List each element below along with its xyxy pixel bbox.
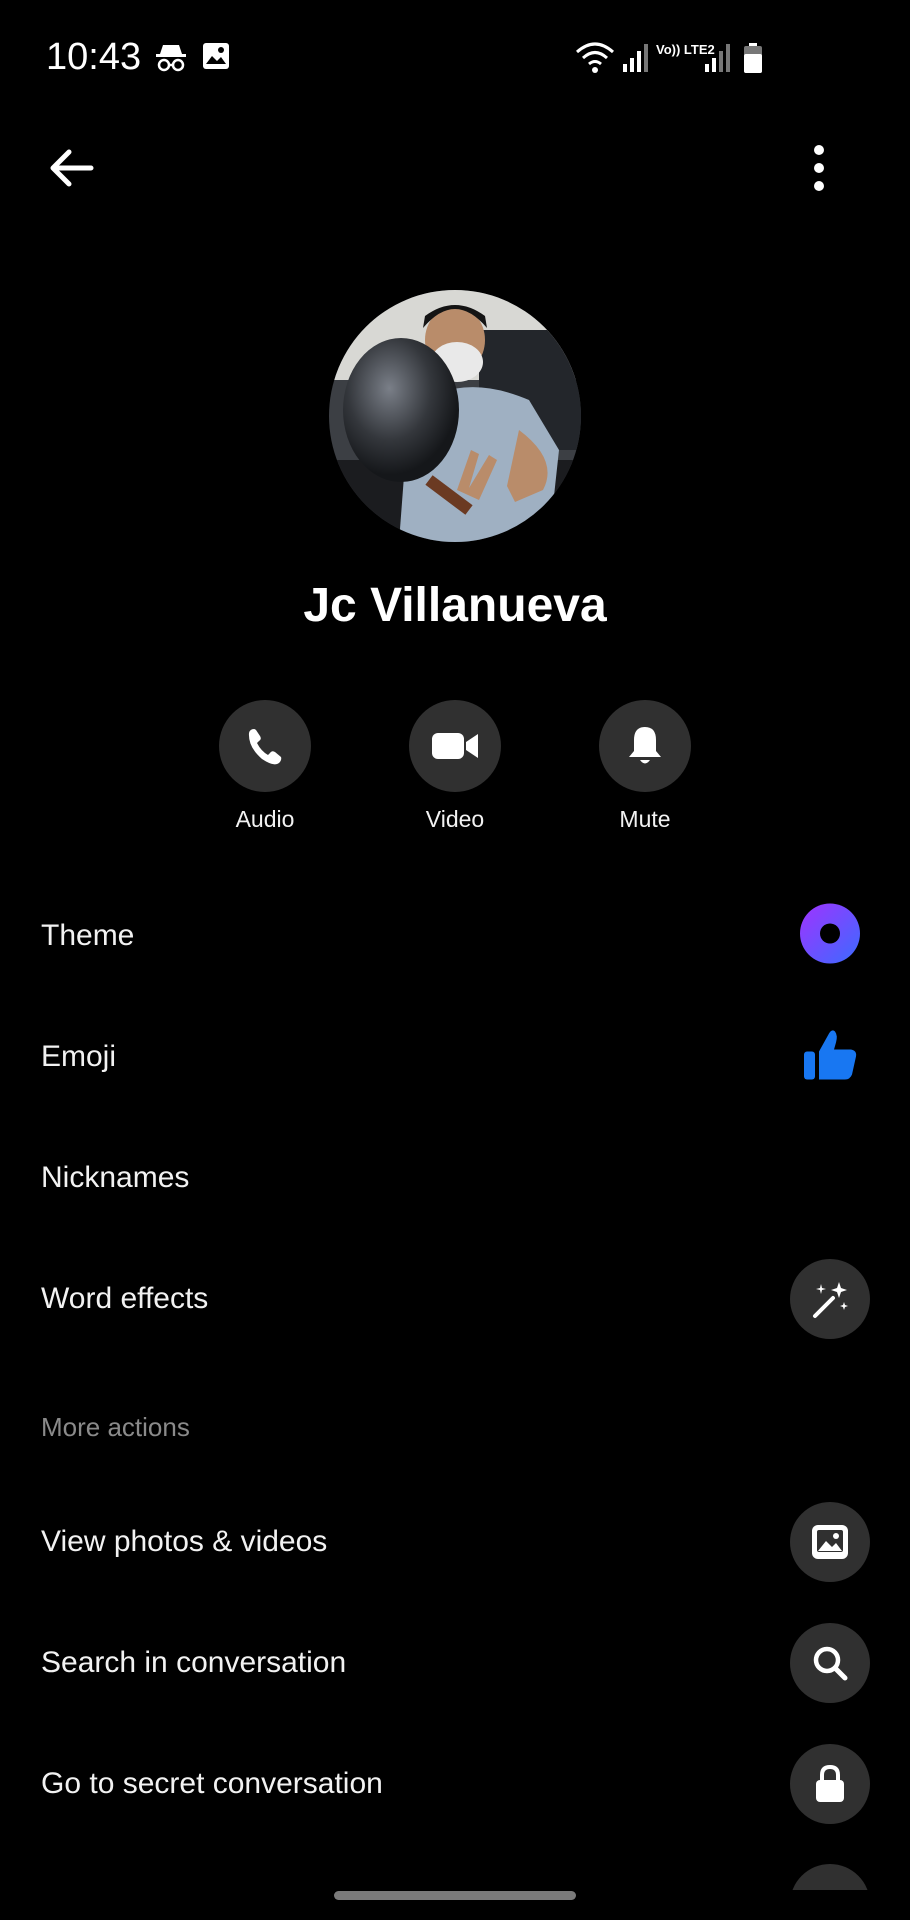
video-call-button[interactable]: Video xyxy=(385,700,525,833)
home-indicator[interactable] xyxy=(334,1891,576,1900)
status-bar: 10:43 Vo)) LTE2 xyxy=(0,0,910,120)
more-actions-heading: More actions xyxy=(41,1412,190,1442)
more-vertical-icon xyxy=(814,145,824,191)
signal2-icon xyxy=(704,42,732,79)
word-effects-row[interactable]: Word effects xyxy=(0,1244,910,1354)
nicknames-label: Nicknames xyxy=(41,1161,190,1194)
view-photos-row[interactable]: View photos & videos xyxy=(0,1487,910,1597)
mute-label: Mute xyxy=(619,806,671,832)
theme-row[interactable]: Theme xyxy=(0,881,910,991)
nicknames-row[interactable]: Nicknames xyxy=(0,1123,910,1233)
emoji-row[interactable]: Emoji xyxy=(0,1002,910,1112)
view-photos-label: View photos & videos xyxy=(41,1525,328,1558)
battery-icon xyxy=(742,42,764,79)
thumbs-up-icon xyxy=(802,1028,858,1087)
word-effects-label: Word effects xyxy=(41,1282,209,1315)
mute-button[interactable]: Mute xyxy=(575,700,715,833)
search-conversation-row[interactable]: Search in conversation xyxy=(0,1608,910,1718)
back-button[interactable] xyxy=(30,128,110,208)
secret-conversation-button[interactable] xyxy=(790,1744,870,1824)
lock-icon xyxy=(816,1764,844,1802)
next-row-button-partial xyxy=(790,1864,870,1890)
photo-icon xyxy=(812,1525,848,1559)
audio-label: Audio xyxy=(235,806,295,832)
back-arrow-icon xyxy=(50,149,94,187)
emoji-label: Emoji xyxy=(41,1040,117,1073)
video-label: Video xyxy=(425,806,485,832)
status-time: 10:43 xyxy=(46,36,142,78)
audio-call-button[interactable]: Audio xyxy=(195,700,335,833)
view-photos-button[interactable] xyxy=(790,1502,870,1582)
image-icon xyxy=(200,40,232,77)
search-icon xyxy=(813,1646,848,1681)
phone-icon xyxy=(248,729,282,765)
contact-name: Jc Villanueva xyxy=(303,579,607,632)
secret-conversation-label: Go to secret conversation xyxy=(41,1767,383,1800)
incognito-icon xyxy=(154,40,188,79)
search-conversation-label: Search in conversation xyxy=(41,1646,347,1679)
search-button[interactable] xyxy=(790,1623,870,1703)
signal-icon xyxy=(622,42,650,79)
bell-icon xyxy=(629,727,661,764)
video-camera-icon xyxy=(432,733,478,759)
secret-conversation-row[interactable]: Go to secret conversation xyxy=(0,1729,910,1839)
word-effects-button[interactable] xyxy=(790,1259,870,1339)
more-options-button[interactable] xyxy=(779,128,859,208)
avatar xyxy=(329,290,581,542)
wifi-icon xyxy=(574,40,616,81)
theme-label: Theme xyxy=(41,919,135,952)
magic-wand-icon xyxy=(813,1282,848,1318)
theme-circle-icon xyxy=(800,903,860,969)
